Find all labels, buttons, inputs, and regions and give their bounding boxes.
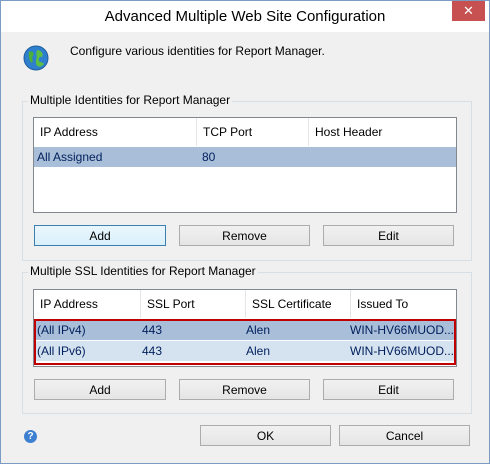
globe-icon bbox=[23, 45, 49, 71]
table-row[interactable]: All Assigned 80 bbox=[34, 147, 456, 167]
identities-remove-button[interactable]: Remove bbox=[179, 225, 310, 246]
title-bar: Advanced Multiple Web Site Configuration… bbox=[1, 1, 489, 32]
ssl-grid[interactable]: IP Address SSL Port SSL Certificate Issu… bbox=[33, 289, 457, 367]
description-text: Configure various identities for Report … bbox=[70, 44, 325, 58]
identities-grid[interactable]: IP Address TCP Port Host Header All Assi… bbox=[33, 117, 457, 213]
cell-host bbox=[310, 147, 453, 167]
column-header-ssl-certificate[interactable]: SSL Certificate bbox=[246, 290, 351, 318]
column-header-ip[interactable]: IP Address bbox=[34, 118, 197, 146]
window-title: Advanced Multiple Web Site Configuration bbox=[104, 8, 386, 25]
column-header-host-header[interactable]: Host Header bbox=[309, 118, 456, 146]
ssl-group-label: Multiple SSL Identities for Report Manag… bbox=[28, 264, 258, 278]
dialog-window: Advanced Multiple Web Site Configuration… bbox=[0, 0, 490, 464]
cancel-button[interactable]: Cancel bbox=[339, 425, 470, 446]
ssl-add-button[interactable]: Add bbox=[34, 379, 166, 400]
identities-add-button[interactable]: Add bbox=[34, 225, 166, 246]
column-header-issued-to[interactable]: Issued To bbox=[351, 290, 456, 318]
column-header-ip[interactable]: IP Address bbox=[34, 290, 141, 318]
column-header-tcp-port[interactable]: TCP Port bbox=[197, 118, 309, 146]
highlight-box bbox=[34, 319, 456, 365]
column-header-ssl-port[interactable]: SSL Port bbox=[141, 290, 246, 318]
identities-group-label: Multiple Identities for Report Manager bbox=[28, 93, 233, 107]
close-button[interactable]: ✕ bbox=[452, 1, 485, 21]
ssl-edit-button[interactable]: Edit bbox=[323, 379, 454, 400]
cell-ip: All Assigned bbox=[37, 150, 103, 164]
ok-button[interactable]: OK bbox=[200, 425, 331, 446]
help-icon[interactable]: ? bbox=[24, 430, 37, 443]
cell-port: 80 bbox=[202, 150, 216, 164]
identities-edit-button[interactable]: Edit bbox=[323, 225, 454, 246]
ssl-remove-button[interactable]: Remove bbox=[179, 379, 310, 400]
